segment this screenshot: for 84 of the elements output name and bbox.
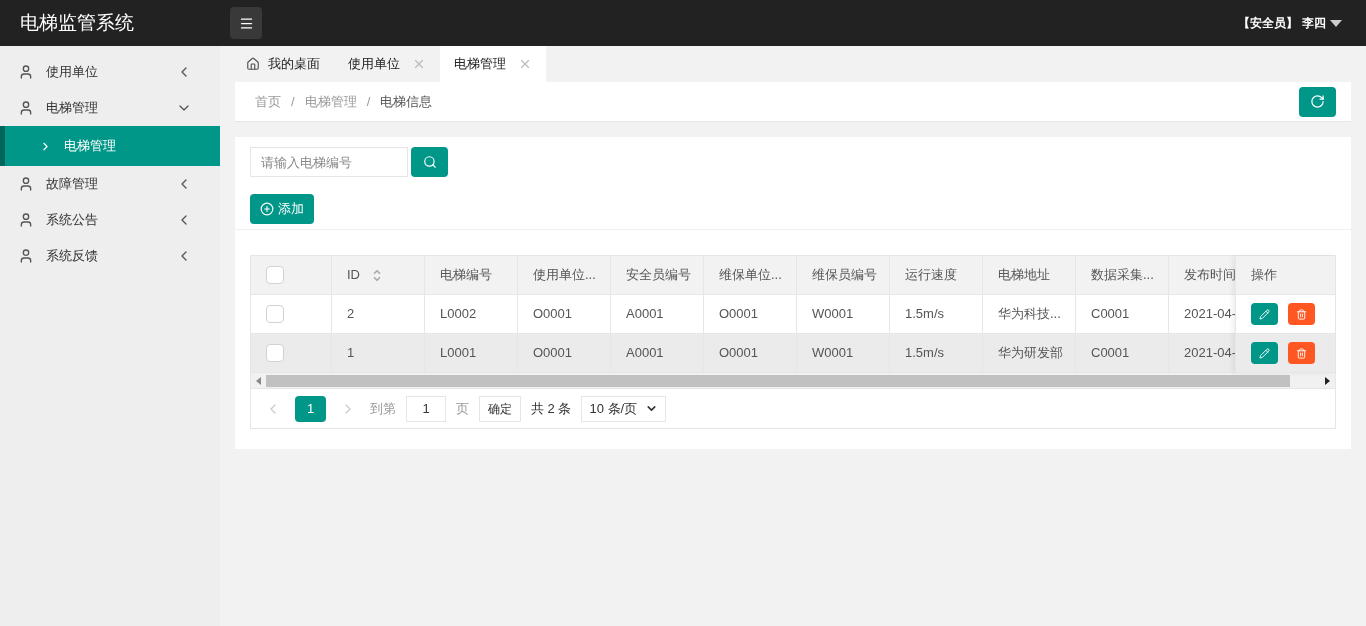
checkbox[interactable] (266, 305, 284, 323)
sidebar-item[interactable]: 电梯管理 (0, 90, 220, 126)
edit-button[interactable] (1251, 342, 1278, 364)
refresh-icon (1310, 94, 1325, 109)
table-cell: O0001 (704, 295, 797, 333)
table-cell: W0001 (797, 295, 890, 333)
table-cell: W0001 (797, 334, 890, 372)
sidebar-item[interactable]: 使用单位 (0, 54, 220, 90)
user-icon (18, 100, 34, 116)
table-cell: 1.5m/s (890, 334, 983, 372)
page-button[interactable]: 1 (295, 395, 326, 422)
confirm-button[interactable]: 确定 (479, 395, 521, 422)
add-button[interactable]: 添加 (250, 194, 314, 224)
breadcrumb-separator: / (291, 92, 295, 111)
user-icon (18, 64, 34, 80)
column-header: 操作 (1251, 266, 1277, 285)
table-cell: 2 (332, 295, 425, 333)
column-header: 安全员编号 (626, 266, 691, 285)
plus-circle-icon (260, 202, 274, 216)
table-cell: C0001 (1076, 295, 1169, 333)
home-icon (246, 57, 260, 71)
breadcrumb-separator: / (366, 92, 371, 111)
page-size-select[interactable]: 10 条/页 (581, 395, 667, 422)
table-cell: 华为研发部 (983, 334, 1076, 372)
column-header: 运行速度 (905, 266, 957, 285)
menu-toggle-button[interactable] (230, 7, 262, 39)
tab[interactable]: 电梯管理 (440, 46, 546, 82)
table-cell: 1.5m/s (890, 295, 983, 333)
pencil-icon (1259, 347, 1270, 359)
table-cell: L0002 (425, 295, 518, 333)
sidebar-subitem[interactable]: 电梯管理 (0, 126, 220, 166)
breadcrumb-link[interactable]: 电梯信息 (380, 91, 433, 112)
search-button[interactable] (411, 147, 448, 177)
refresh-button[interactable] (1299, 86, 1336, 117)
table-cell: A0001 (611, 295, 704, 333)
scrollbar-thumb[interactable] (266, 374, 1290, 387)
column-header: 维保单位... (719, 266, 782, 285)
delete-button[interactable] (1288, 342, 1315, 364)
search-field[interactable]: 请输入电梯编号 (250, 147, 408, 177)
table-cell: 华为科技... (983, 295, 1076, 333)
column-header: 发布时间 (1184, 266, 1235, 285)
sidebar-item[interactable]: 系统公告 (0, 202, 220, 238)
table-cell: O0001 (704, 334, 797, 372)
total-count: 共 2 条 (531, 399, 572, 418)
column-header: 电梯地址 (998, 266, 1050, 285)
delete-button[interactable] (1288, 303, 1315, 325)
column-header: ID (347, 266, 360, 285)
goto-label: 到第 (370, 399, 396, 418)
search-icon (422, 155, 437, 169)
app-title: 电梯监管系统 (19, 10, 135, 35)
sidebar-item[interactable]: 故障管理 (0, 166, 220, 202)
tab[interactable]: 我的桌面 (232, 46, 334, 82)
close-icon[interactable] (518, 57, 532, 71)
column-header: 数据采集... (1091, 266, 1154, 285)
table-cell: L0001 (425, 334, 518, 372)
column-header: 维保员编号 (812, 266, 877, 285)
table-cell: C0001 (1076, 334, 1169, 372)
column-header: 使用单位... (533, 266, 596, 285)
menu-icon (238, 15, 254, 31)
table-row[interactable]: 2 L0002 O0001 A0001 O0001 W0001 1.5m/s 华为科技... C0001 2021-04- (251, 295, 1235, 334)
dropdown-caret-icon[interactable] (1330, 19, 1342, 27)
user-icon (18, 176, 34, 192)
tab[interactable]: 使用单位 (334, 46, 440, 82)
user-icon (18, 212, 34, 228)
page-number-field[interactable]: 1 (406, 395, 446, 422)
edit-button[interactable] (1251, 303, 1278, 325)
horizontal-scrollbar[interactable] (251, 373, 1335, 388)
table-cell: A0001 (611, 334, 704, 372)
close-icon[interactable] (412, 57, 426, 71)
user-name[interactable]: 李四 (1302, 14, 1326, 32)
table-cell: O0001 (518, 334, 611, 372)
table-cell: 1 (332, 334, 425, 372)
column-header: 电梯编号 (440, 266, 492, 285)
table-row[interactable]: 1 L0001 O0001 A0001 O0001 W0001 1.5m/s 华为研发部 C0001 2021-04- (251, 334, 1235, 373)
pencil-icon (1259, 308, 1270, 320)
table-cell: O0001 (518, 295, 611, 333)
user-icon (18, 248, 34, 264)
user-role: 【安全员】 (1238, 15, 1298, 32)
page-label: 页 (456, 399, 469, 418)
checkbox[interactable] (266, 344, 284, 362)
sidebar-item[interactable]: 系统反馈 (0, 238, 220, 274)
trash-icon (1296, 308, 1307, 320)
checkbox[interactable] (266, 266, 284, 284)
trash-icon (1296, 347, 1307, 359)
